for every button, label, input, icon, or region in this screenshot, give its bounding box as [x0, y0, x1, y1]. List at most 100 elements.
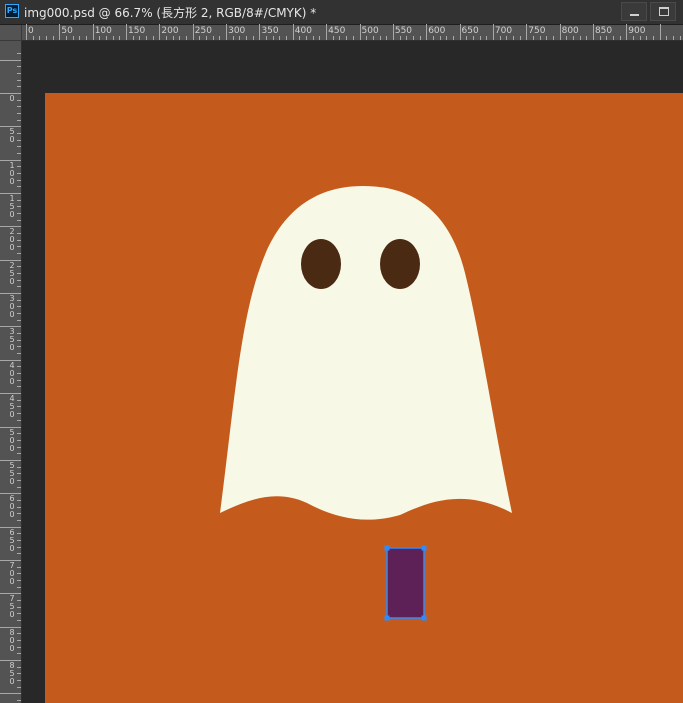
ruler-tick [17, 166, 21, 168]
ruler-tick [17, 473, 21, 475]
ruler-label: 600 [9, 494, 15, 520]
ruler-tick [212, 36, 214, 40]
ruler-tick [17, 313, 21, 315]
ghost-body[interactable] [220, 186, 512, 520]
selection-handle[interactable] [421, 545, 427, 551]
ruler-tick [17, 52, 21, 54]
ruler-tick [17, 453, 21, 455]
ruler-tick [226, 24, 228, 40]
ruler-label: 100 [94, 26, 112, 36]
ruler-tick [17, 153, 21, 155]
ruler-label: 400 [294, 26, 312, 36]
ruler-label: 700 [494, 26, 513, 36]
ruler-tick [452, 36, 454, 40]
ruler-label: 700 [9, 560, 15, 586]
ruler-tick [17, 479, 21, 481]
ruler-tick [0, 693, 21, 695]
ruler-tick [17, 499, 21, 501]
ruler-tick [92, 24, 94, 40]
ruler-label: 250 [194, 26, 212, 36]
selection-handle[interactable] [421, 615, 427, 621]
ruler-label: 850 [9, 660, 15, 686]
ruler-label: 150 [9, 194, 15, 220]
ruler-origin-corner[interactable] [0, 25, 22, 41]
vertical-ruler[interactable]: 0 50 100 150 200 250 300 350 400 450 500 550 600 650 7… [0, 41, 22, 703]
ruler-tick [17, 233, 21, 235]
ruler-tick [99, 36, 101, 40]
ruler-tick [399, 36, 401, 40]
ruler-tick [17, 533, 21, 535]
ruler-tick [472, 36, 474, 40]
ruler-tick [17, 146, 21, 148]
minimize-button[interactable] [621, 2, 647, 21]
ruler-tick [446, 36, 448, 40]
ruler-tick [17, 439, 21, 441]
ruler-label: 500 [361, 26, 379, 36]
ruler-tick [17, 506, 21, 508]
ruler-tick [219, 36, 221, 40]
ruler-tick [17, 513, 21, 515]
selection-handle[interactable] [384, 615, 390, 621]
ruler-tick [17, 119, 21, 121]
ruler-tick [17, 219, 21, 221]
ruler-tick [252, 36, 254, 40]
ruler-tick [17, 173, 21, 175]
maximize-button[interactable] [650, 2, 676, 21]
ruler-tick [312, 36, 314, 40]
ruler-tick [499, 36, 501, 40]
ruler-tick [17, 299, 21, 301]
ruler-tick [619, 36, 621, 40]
document-canvas[interactable] [45, 93, 683, 703]
ruler-tick [17, 286, 21, 288]
ruler-tick [326, 24, 328, 40]
ruler-tick [659, 24, 661, 40]
ruler-tick [432, 36, 434, 40]
ruler-tick [519, 36, 521, 40]
ruler-tick [372, 36, 374, 40]
ruler-label: 0 [9, 94, 15, 103]
selection-handle[interactable] [384, 545, 390, 551]
ruler-label: 900 [628, 26, 646, 36]
ghost-right-eye[interactable] [380, 239, 420, 289]
ruler-tick [552, 36, 554, 40]
ruler-tick [566, 36, 568, 40]
ruler-tick [17, 366, 21, 368]
ruler-tick [272, 36, 274, 40]
ruler-tick [17, 566, 21, 568]
ruler-label: 800 [9, 627, 15, 653]
ruler-tick [17, 653, 21, 655]
ruler-label: 750 [528, 26, 546, 36]
photoshop-icon: Ps [5, 4, 19, 18]
ruler-tick [419, 36, 421, 40]
ruler-tick [17, 486, 21, 488]
ghost-left-eye[interactable] [301, 239, 341, 289]
ruler-tick [17, 546, 21, 548]
ruler-tick [17, 253, 21, 255]
ruler-tick [17, 306, 21, 308]
ruler-tick [366, 36, 368, 40]
ruler-tick [579, 36, 581, 40]
ruler-tick [126, 24, 128, 40]
ruler-tick [17, 179, 21, 181]
ruler-tick [17, 686, 21, 688]
selected-rectangle-layer[interactable] [386, 547, 425, 619]
ruler-tick [17, 379, 21, 381]
ruler-tick [17, 399, 21, 401]
ruler-label: 50 [9, 127, 15, 145]
horizontal-ruler[interactable]: 0 50 100 150 200 250 300 350 400 450 500 550 600 650 7… [22, 24, 683, 41]
ruler-tick [17, 239, 21, 241]
ruler-tick [359, 24, 361, 40]
ruler-tick [17, 446, 21, 448]
ruler-tick [17, 333, 21, 335]
ruler-tick [17, 86, 21, 88]
ruler-tick [572, 36, 574, 40]
ruler-tick [199, 36, 201, 40]
ruler-tick [146, 36, 148, 40]
ruler-tick [592, 24, 594, 40]
ruler-tick [17, 619, 21, 621]
ruler-tick [319, 36, 321, 40]
ruler-tick [606, 36, 608, 40]
ruler-tick [17, 433, 21, 435]
document-tab-title[interactable]: img000.psd @ 66.7% (長方形 2, RGB/8#/CMYK) … [24, 4, 316, 21]
ruler-tick [17, 673, 21, 675]
